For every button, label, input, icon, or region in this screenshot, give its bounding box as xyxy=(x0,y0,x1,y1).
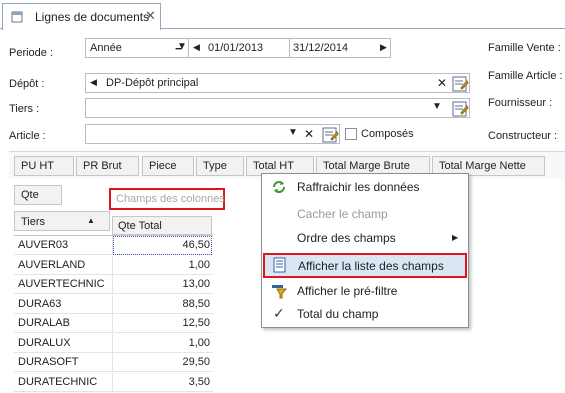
cell-separator xyxy=(112,372,113,392)
tiers-cell: AUVERLAND xyxy=(18,258,86,271)
tiers-cell: DURA63 xyxy=(18,297,62,310)
periode-mode-select[interactable]: Année ▼ xyxy=(85,38,189,58)
menu-item-label: Cacher le champ xyxy=(297,207,388,221)
tiers-label: Tiers : xyxy=(9,103,40,115)
cell-separator xyxy=(112,275,113,294)
menu-item-hide-field[interactable]: Cacher le champ xyxy=(262,202,468,226)
periode-label: Periode : xyxy=(9,47,54,59)
date-to-value: 31/12/2014 xyxy=(293,42,349,54)
menu-item-label: Total du champ xyxy=(297,307,379,321)
minus-icon[interactable]: − xyxy=(175,41,183,56)
article-label: Article : xyxy=(9,130,46,142)
lookup-icon[interactable] xyxy=(322,126,339,143)
lookup-icon[interactable] xyxy=(452,100,469,117)
chevron-down-icon[interactable]: ▼ xyxy=(288,127,298,138)
cell-separator xyxy=(112,333,113,353)
tiers-cell: DURASOFT xyxy=(18,356,79,368)
filter-icon xyxy=(272,285,287,299)
article-field[interactable]: ▼ ✕ xyxy=(85,124,340,144)
clear-icon[interactable]: ✕ xyxy=(437,76,447,90)
table-row[interactable]: AUVERTECHNIC 13,00 xyxy=(14,275,213,294)
menu-item-show-field-list[interactable]: Afficher la liste des champs xyxy=(263,253,467,278)
composes-checkbox[interactable] xyxy=(345,128,357,140)
chevron-right-icon[interactable]: ▶ xyxy=(380,42,387,53)
menu-item-field-total[interactable]: ✓ Total du champ xyxy=(262,302,468,326)
column-area-placeholder[interactable]: Champs des colonnes xyxy=(116,193,225,205)
qte-total-cell[interactable]: 1,00 xyxy=(118,337,210,349)
famille-article-label: Famille Article : xyxy=(488,70,563,82)
chevron-left-icon[interactable]: ◀ xyxy=(193,42,200,53)
depot-field[interactable]: ◀ DP-Dépôt principal ✕ xyxy=(85,73,470,93)
date-to-field[interactable]: 31/12/2014 ▶ xyxy=(289,38,391,58)
menu-item-label: Raffraichir les données xyxy=(297,180,420,194)
cell-separator xyxy=(112,236,113,255)
menu-item-field-order[interactable]: Ordre des champs ▶ xyxy=(262,226,468,250)
table-row[interactable]: AUVERLAND 1,00 xyxy=(14,255,213,275)
qte-total-cell[interactable]: 88,50 xyxy=(118,298,210,310)
document-icon xyxy=(11,11,23,23)
qte-total-cell[interactable]: 29,50 xyxy=(118,356,210,368)
table-row[interactable]: DURATECHNIC 3,50 xyxy=(14,372,213,392)
tiers-cell: DURALUX xyxy=(18,336,71,349)
sort-ascending-icon: ▲ xyxy=(87,216,95,225)
tab-title: Lignes de documents xyxy=(35,10,150,24)
submenu-arrow-icon: ▶ xyxy=(452,233,459,242)
cell-separator xyxy=(112,294,113,314)
refresh-icon xyxy=(273,181,285,193)
depot-value: DP-Dépôt principal xyxy=(106,77,199,89)
tiers-cell: AUVER03 xyxy=(18,239,69,251)
depot-label: Dépôt : xyxy=(9,78,45,90)
famille-vente-label: Famille Vente : xyxy=(488,42,561,54)
qte-total-cell[interactable]: 13,00 xyxy=(118,278,210,290)
context-menu: Raffraichir les données Cacher le champ … xyxy=(261,173,469,328)
field-piece[interactable]: Piece xyxy=(142,156,194,176)
cell-separator xyxy=(112,314,113,333)
field-qte[interactable]: Qte xyxy=(14,185,62,205)
table-row[interactable]: DURA63 88,50 xyxy=(14,294,213,314)
row-header-tiers[interactable]: Tiers ▲ xyxy=(14,211,110,231)
menu-item-show-prefilter[interactable]: Afficher le pré-filtre xyxy=(262,279,468,303)
composes-label: Composés xyxy=(361,128,414,140)
lookup-icon[interactable] xyxy=(452,75,469,92)
table-row[interactable]: DURALAB 12,50 xyxy=(14,314,213,333)
table-row[interactable]: DURASOFT 29,50 xyxy=(14,353,213,372)
field-pu-ht[interactable]: PU HT xyxy=(14,156,74,176)
tab-lignes-de-documents[interactable]: Lignes de documents ✕ xyxy=(2,3,161,30)
chevron-down-icon[interactable]: ▼ xyxy=(432,101,442,112)
constructeur-label: Constructeur : xyxy=(488,130,558,142)
qte-total-cell[interactable]: 46,50 xyxy=(118,239,210,251)
fournisseur-label: Fournisseur : xyxy=(488,97,553,109)
table-row[interactable]: DURALUX 1,00 xyxy=(14,333,213,353)
tiers-field[interactable]: ▼ xyxy=(85,98,470,118)
qte-total-cell[interactable]: 3,50 xyxy=(118,376,210,388)
date-from-value: 01/01/2013 xyxy=(208,42,264,54)
table-row[interactable]: AUVER03 46,50 xyxy=(14,236,213,255)
qte-total-cell[interactable]: 12,50 xyxy=(118,317,210,329)
cell-separator xyxy=(112,255,113,275)
menu-item-label: Ordre des champs xyxy=(297,231,396,245)
cell-separator xyxy=(112,353,113,372)
field-pr-brut[interactable]: PR Brut xyxy=(76,156,139,176)
value-header-qte-total[interactable]: Qte Total xyxy=(112,216,212,235)
field-type[interactable]: Type xyxy=(196,156,244,176)
field-list-icon xyxy=(273,257,286,273)
periode-mode-value: Année xyxy=(90,42,122,54)
document-tab-strip: Lignes de documents ✕ xyxy=(0,0,565,30)
tiers-cell: DURALAB xyxy=(18,317,70,329)
tiers-cell: AUVERTECHNIC xyxy=(18,278,105,290)
row-header-label: Tiers xyxy=(21,216,46,228)
tiers-cell: DURATECHNIC xyxy=(18,375,98,388)
value-header-label: Qte Total xyxy=(118,220,162,232)
menu-item-refresh[interactable]: Raffraichir les données xyxy=(262,175,468,199)
close-tab-icon[interactable]: ✕ xyxy=(145,8,156,24)
check-icon: ✓ xyxy=(273,305,285,321)
date-from-field[interactable]: ◀ 01/01/2013 xyxy=(188,38,291,58)
menu-item-label: Afficher le pré-filtre xyxy=(297,284,398,298)
clear-icon[interactable]: ✕ xyxy=(304,127,314,141)
qte-total-cell[interactable]: 1,00 xyxy=(118,259,210,271)
chevron-left-icon[interactable]: ◀ xyxy=(90,77,97,88)
menu-item-label: Afficher la liste des champs xyxy=(298,259,444,273)
